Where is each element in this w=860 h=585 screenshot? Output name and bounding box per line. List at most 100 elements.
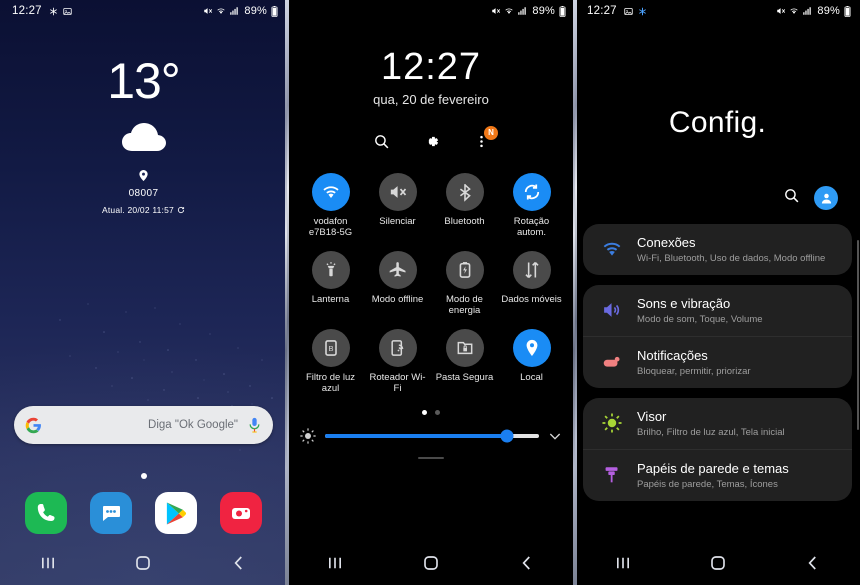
settings-panel: 12:27 89% Config. Conexões Wi-Fi, Blueto…	[575, 0, 860, 585]
app-icon-phone[interactable]	[25, 492, 68, 534]
settings-item-title: Papéis de parede e temas	[637, 460, 789, 476]
home-icon	[136, 556, 151, 570]
home-button[interactable]	[696, 541, 740, 585]
back-button[interactable]	[791, 541, 835, 585]
quick-tile-flashlight[interactable]: Lanterna	[297, 250, 364, 317]
quick-tile-power-mode-circle	[445, 250, 484, 289]
weather-widget[interactable]: 13° 08007 Atual. 20/02 11:57	[0, 56, 287, 215]
quick-settings-gear-button[interactable]	[418, 129, 444, 155]
settings-item-subtitle: Papéis de parede, Temas, Ícones	[637, 478, 778, 490]
settings-item-notificacoes[interactable]: Notificações Bloquear, permitir, prioriz…	[583, 335, 852, 388]
quick-tile-secure-folder-label: Pasta Segura	[435, 371, 494, 383]
recents-button[interactable]	[313, 541, 357, 585]
battery-icon	[459, 261, 470, 278]
quick-clock-date: qua, 20 de fevereiro	[373, 91, 489, 107]
quick-search-button[interactable]	[368, 129, 394, 155]
quick-tile-mobile-data[interactable]: Dados móveis	[498, 250, 565, 317]
settings-item-text: Conexões Wi-Fi, Bluetooth, Uso de dados,…	[629, 235, 825, 264]
brightness-slider-row[interactable]	[287, 427, 575, 445]
quick-tile-power-mode-label: Modo de energia	[446, 293, 483, 316]
recents-button[interactable]	[26, 541, 70, 585]
app-icon-play-store[interactable]	[154, 492, 197, 534]
quick-tile-blue-light[interactable]: B Filtro de luz azul	[297, 328, 364, 395]
status-bar-settings: 12:27 89%	[575, 0, 860, 22]
settings-item-title: Visor	[637, 408, 667, 424]
notification-badge: N	[484, 125, 498, 140]
quick-tile-wifi[interactable]: vodafon e7B18-5G	[297, 172, 364, 239]
quick-page-dot-1[interactable]	[422, 410, 427, 416]
quick-tile-wifi-circle	[311, 172, 350, 211]
settings-item-title: Conexões	[637, 235, 696, 250]
settings-item-sons-e-vibracao[interactable]: Sons e vibração Modo de som, Toque, Volu…	[583, 285, 852, 336]
quick-tile-hotspot[interactable]: Roteador Wi-Fi	[364, 328, 431, 395]
quick-tile-bluetooth[interactable]: Bluetooth	[431, 172, 498, 239]
microphone-icon[interactable]	[248, 417, 261, 434]
app-icon-camera[interactable]	[219, 492, 262, 534]
recents-button[interactable]	[601, 541, 645, 585]
google-search-bar[interactable]: Diga "Ok Google"	[14, 406, 273, 444]
snowflake-icon	[49, 7, 57, 15]
secure-folder-icon	[457, 341, 472, 354]
quick-tile-rotation[interactable]: Rotação autom.	[498, 172, 565, 239]
back-button[interactable]	[217, 541, 261, 585]
scrollbar[interactable]	[857, 240, 859, 430]
status-bar-quick: 89%	[287, 0, 575, 22]
snowflake-icon	[638, 7, 646, 15]
quick-more-button[interactable]: N	[468, 125, 498, 155]
quick-tile-location[interactable]: Local	[498, 328, 565, 395]
quick-tile-bluetooth-label: Bluetooth	[444, 215, 485, 227]
back-button[interactable]	[505, 541, 549, 585]
quick-tile-flashlight-label: Lanterna	[311, 293, 350, 305]
account-avatar-icon	[821, 193, 831, 203]
search-icon	[785, 189, 799, 203]
settings-item-icon-wrap	[595, 238, 629, 260]
home-button[interactable]	[121, 541, 165, 585]
brightness-track[interactable]	[325, 429, 539, 443]
home-screen-panel: 12:27 89% 13° 08007 Atual. 20/02 11:57 D…	[0, 0, 287, 585]
settings-item-subtitle: Brilho, Filtro de luz azul, Tela inicial	[637, 426, 785, 438]
status-left-icons	[49, 7, 72, 16]
quick-settings-grid: vodafon e7B18-5G Silenciar Bluetooth Rot…	[287, 172, 575, 395]
wifi-icon	[217, 8, 225, 14]
weather-updated-row[interactable]: Atual. 20/02 11:57	[0, 205, 287, 215]
quick-tile-hotspot-circle	[378, 328, 417, 367]
quick-page-dot-2[interactable]	[435, 410, 440, 416]
status-time: 12:27	[587, 5, 617, 17]
settings-item-visor[interactable]: Visor Brilho, Filtro de luz azul, Tela i…	[583, 398, 852, 449]
image-icon	[63, 7, 72, 15]
quick-tile-rotation-label: Rotação autom.	[513, 215, 550, 238]
quick-tile-airplane[interactable]: Modo offline	[364, 250, 431, 317]
notification-icon	[603, 357, 620, 368]
quick-tile-location-circle	[512, 328, 551, 367]
mute-icon	[390, 186, 406, 198]
panel-drag-handle[interactable]	[418, 457, 444, 460]
settings-item-conexoes[interactable]: Conexões Wi-Fi, Bluetooth, Uso de dados,…	[583, 224, 852, 275]
settings-item-title: Sons e vibração	[637, 295, 731, 311]
weather-location-pin-wrap	[0, 168, 287, 186]
chevron-down-icon[interactable]	[547, 428, 563, 444]
home-button[interactable]	[409, 541, 453, 585]
signal-icon	[518, 7, 527, 15]
refresh-icon[interactable]	[177, 206, 185, 214]
quick-page-indicator	[287, 410, 575, 416]
battery-icon	[844, 5, 851, 17]
quick-clock[interactable]: 12:27 qua, 20 de fevereiro	[287, 47, 575, 107]
navigation-bar-settings	[575, 541, 860, 585]
page-dot-active[interactable]	[140, 473, 147, 479]
settings-item-title: Notificações	[637, 347, 708, 363]
app-icon-messages[interactable]	[90, 492, 133, 534]
mute-icon	[204, 8, 213, 14]
quick-tile-secure-folder[interactable]: Pasta Segura	[431, 328, 498, 395]
back-icon	[807, 556, 816, 570]
quick-tile-power-mode[interactable]: Modo de energia	[431, 250, 498, 317]
settings-search-button[interactable]	[783, 187, 800, 209]
brightness-thumb[interactable]	[500, 429, 514, 443]
navigation-bar-home	[0, 541, 287, 585]
bluetooth-icon	[459, 183, 471, 202]
settings-item-papeis-de-parede-e-temas[interactable]: Papéis de parede e temas Papéis de pared…	[583, 448, 852, 501]
settings-list: Conexões Wi-Fi, Bluetooth, Uso de dados,…	[575, 224, 860, 501]
quick-tile-silence[interactable]: Silenciar	[364, 172, 431, 239]
avatar[interactable]	[814, 186, 838, 210]
settings-item-subtitle: Bloquear, permitir, priorizar	[637, 365, 751, 377]
status-time: 12:27	[12, 5, 42, 17]
